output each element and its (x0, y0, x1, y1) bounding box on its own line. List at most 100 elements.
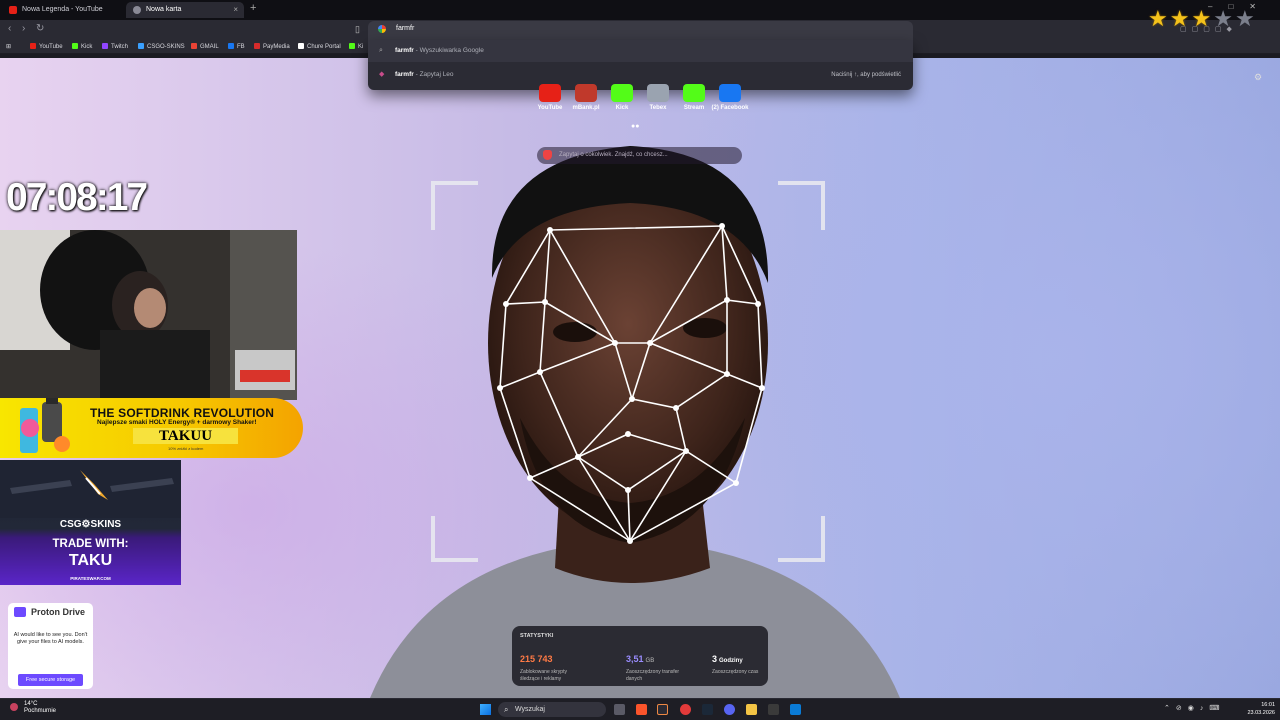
bookmark-gmail[interactable]: GMAIL (191, 43, 219, 50)
leo-icon: ◆ (379, 71, 385, 78)
address-bar-input[interactable]: farmfr (396, 25, 414, 32)
facebook-icon (228, 43, 234, 49)
system-tray-icons[interactable]: ⌃⊘◉♪⌨ (1164, 704, 1225, 712)
discord-icon[interactable] (724, 704, 735, 715)
terminal-icon[interactable] (768, 704, 779, 715)
ad-subtitle: Najlepsze smaki HOLY Energy® + darmowy S… (97, 419, 257, 426)
sponsor-banner: THE SOFTDRINK REVOLUTION Najlepsze smaki… (0, 398, 303, 458)
tab-new-tab[interactable]: Nowa karta × (126, 2, 244, 18)
stat-bandwidth: 3,51 GB Zaoszczędzony transfer danych (626, 654, 680, 682)
star-filled-icon: ★ (1191, 6, 1214, 31)
suggestion-google[interactable]: ⌕ farmfr - Wyszukiwarka Google (368, 40, 913, 62)
steam-icon[interactable] (702, 704, 713, 715)
stream-icon (683, 84, 705, 102)
tab-title: Nowa Legenda - YouTube (22, 6, 103, 13)
kick-icon (72, 43, 78, 49)
brave-lion-icon (543, 150, 552, 160)
task-view-icon[interactable] (614, 704, 625, 715)
tab-title: Nowa karta (146, 6, 182, 13)
suggestion-leo[interactable]: ◆ farmfr - Zapytaj Leo Naciśnij ↑, aby p… (368, 64, 913, 86)
leo-search-placeholder: Zapytaj o cokolwiek. Znajdź, co chcesz..… (559, 152, 668, 158)
taskbar-search[interactable]: ⌕ Wyszukaj (498, 702, 606, 717)
forward-icon[interactable]: › (22, 23, 25, 34)
proton-drive-name: Proton Drive (31, 607, 86, 617)
newtab-favicon-icon (133, 6, 141, 14)
weather-icon (10, 703, 18, 711)
bookmark-chure-portal[interactable]: Chure Portal (298, 43, 341, 50)
tab-youtube[interactable]: Nowa Legenda - YouTube (2, 2, 124, 18)
weather-desc: Pochmurnie (24, 708, 57, 714)
bookmark-fb[interactable]: FB (228, 43, 245, 50)
weather-temp: 14°C (24, 701, 38, 707)
csg-streamer-name: TAKU (68, 552, 113, 569)
top-site-youtube[interactable]: YouTube (530, 84, 570, 111)
stat-time-saved: 3 Godziny Zaoszczędzony czas (712, 654, 759, 675)
bookmark-icon[interactable]: ▯ (355, 24, 360, 35)
bookmark-paymedia[interactable]: PayMedia (254, 43, 290, 50)
bookmark-kick[interactable]: Kick (72, 43, 92, 50)
weather-widget[interactable]: 14°C Pochmurnie (10, 701, 56, 715)
tab-strip: Nowa Legenda - YouTube Nowa karta × + –□… (0, 0, 1280, 20)
gear-icon[interactable]: ⚙ (1254, 72, 1262, 83)
mbank-icon (575, 84, 597, 102)
star-empty-icon: ★ (1213, 6, 1235, 31)
top-site-mbank[interactable]: mBank.pl (566, 84, 606, 111)
search-icon: ⌕ (504, 705, 509, 714)
close-tab-icon[interactable]: × (233, 2, 238, 18)
top-site-stream[interactable]: Stream (674, 84, 714, 111)
app-icon[interactable] (680, 704, 691, 715)
stats-title: STATYSTYKI (520, 633, 554, 639)
brave-stats-card: STATYSTYKI 215 743 Zablokowane skrypty ś… (512, 626, 768, 686)
brave-browser-icon[interactable] (636, 704, 647, 715)
suggestion-hint: Naciśnij ↑, aby podświetlić (831, 72, 901, 78)
bookmark-twitch[interactable]: Twitch (102, 43, 128, 50)
top-site-kick[interactable]: Kick (602, 84, 642, 111)
ad-discount-code: TAKUU (133, 428, 238, 444)
stream-clock: 07:08:17 (6, 176, 148, 219)
twitch-icon (102, 43, 108, 49)
kick-icon (349, 43, 355, 49)
free-storage-button[interactable]: Free secure storage (18, 674, 83, 686)
apps-grid-icon[interactable]: ⊞ (6, 43, 11, 50)
webcam-overlay (0, 230, 297, 400)
taskbar-clock[interactable]: 16:01 23.03.2026 (1241, 701, 1275, 717)
rating-stars: ★★★★★ (1148, 8, 1257, 30)
back-icon[interactable]: ‹ (8, 23, 11, 34)
top-site-tebex[interactable]: Tebex (638, 84, 678, 111)
bookmark-kick-2[interactable]: Ki (349, 43, 363, 50)
csg-skins-logo: CSG⚙SKINS (59, 519, 122, 530)
gmail-icon (191, 43, 197, 49)
windows-taskbar: 14°C Pochmurnie ⌕ Wyszukaj ⌃⊘◉♪⌨ 16:01 2… (0, 698, 1280, 720)
kick-icon (611, 84, 633, 102)
leo-search-box[interactable]: Zapytaj o cokolwiek. Znajdź, co chcesz..… (537, 147, 742, 164)
weapon-skins-image (0, 460, 181, 518)
taskbar-date: 23.03.2026 (1247, 710, 1275, 716)
csg-url: PIRATESWAP.COM (70, 576, 111, 581)
facebook-icon (719, 84, 741, 102)
top-site-facebook[interactable]: (2) Facebook (710, 84, 750, 111)
top-sites-pager[interactable]: ●● (631, 123, 639, 130)
proton-drive-card: Proton Drive AI would like to see you. D… (8, 603, 93, 689)
taskbar-search-label: Wyszukaj (515, 706, 545, 713)
stat-trackers: 215 743 Zablokowane skrypty śledzące i r… (520, 654, 567, 682)
search-icon: ⌕ (379, 47, 383, 54)
file-explorer-icon[interactable] (746, 704, 757, 715)
youtube-icon (30, 43, 36, 49)
ad-fineprint: 10% zniżki z kodem (168, 446, 204, 451)
youtube-icon (539, 84, 561, 102)
webcam-image (0, 230, 297, 400)
bookmark-youtube[interactable]: YouTube (30, 43, 63, 50)
app-icon[interactable] (657, 704, 668, 715)
bookmark-csgo-skins[interactable]: CSGO-SKINS (138, 43, 185, 50)
windows-start-icon[interactable] (480, 704, 491, 715)
youtube-favicon-icon (9, 6, 17, 14)
star-filled-icon: ★ (1148, 6, 1170, 31)
proton-drive-icon (14, 607, 26, 617)
google-icon (378, 25, 386, 33)
vscode-icon[interactable] (790, 704, 801, 715)
address-bar[interactable]: farmfr (368, 21, 913, 40)
star-empty-icon: ★ (1234, 6, 1257, 31)
new-tab-button[interactable]: + (250, 2, 256, 14)
reload-icon[interactable]: ↻ (36, 23, 44, 34)
csg-trade-label: TRADE WITH: (52, 538, 129, 550)
